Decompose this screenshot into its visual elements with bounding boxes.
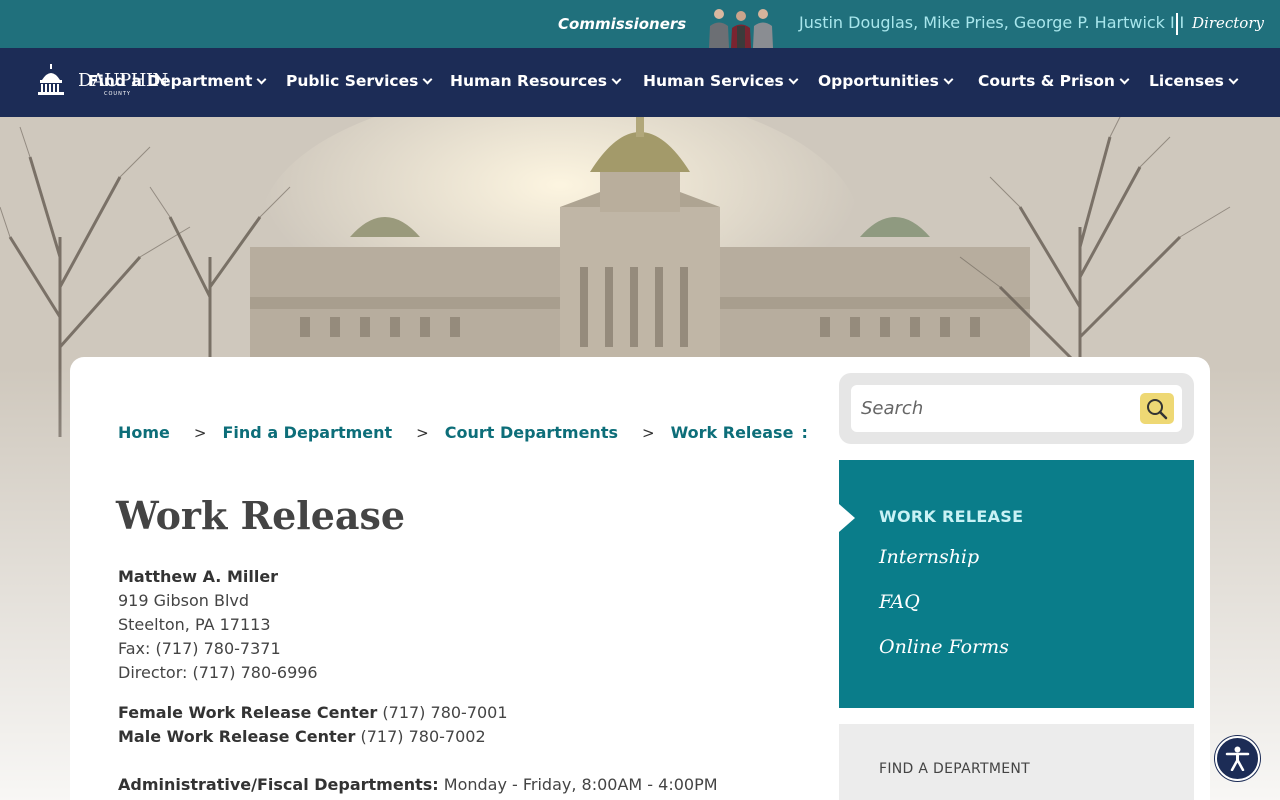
- contact-address-line1: 919 Gibson Blvd: [118, 591, 250, 610]
- directory-link[interactable]: Directory: [1192, 14, 1264, 32]
- find-a-department-heading: FIND A DEPARTMENT: [879, 761, 1030, 777]
- nav-human-services[interactable]: Human Services: [643, 72, 799, 90]
- breadcrumb-separator: >: [642, 423, 655, 442]
- page-title: Work Release: [116, 493, 406, 538]
- subnav-online-forms[interactable]: Online Forms: [879, 636, 1009, 658]
- centers-block: Female Work Release Center (717) 780-700…: [118, 701, 508, 749]
- nav-label: Find a Department: [88, 72, 253, 90]
- chevron-down-icon: [422, 74, 433, 84]
- accessibility-icon: [1225, 746, 1250, 771]
- nav-label: Licenses: [1149, 72, 1224, 90]
- male-center-phone[interactable]: (717) 780-7002: [355, 727, 486, 746]
- top-divider: [1176, 13, 1178, 35]
- chevron-down-icon: [611, 74, 622, 84]
- nav-public-services[interactable]: Public Services: [286, 72, 433, 90]
- nav-opportunities[interactable]: Opportunities: [818, 72, 954, 90]
- search-icon: [1147, 399, 1168, 420]
- subnav-current-work-release[interactable]: WORK RELEASE: [879, 507, 1023, 526]
- breadcrumb-separator: >: [416, 423, 429, 442]
- breadcrumb-court-departments[interactable]: Court Departments: [445, 423, 618, 442]
- chevron-down-icon: [1119, 74, 1130, 84]
- search-box: [839, 373, 1194, 444]
- chevron-down-icon: [788, 74, 799, 84]
- admin-hours-label: Administrative/Fiscal Departments:: [118, 775, 439, 794]
- male-center-row: Male Work Release Center (717) 780-7002: [118, 725, 508, 749]
- breadcrumb-work-release[interactable]: Work Release: [671, 423, 794, 442]
- chevron-down-icon: [256, 74, 267, 84]
- female-center-phone[interactable]: (717) 780-7001: [377, 703, 507, 722]
- nav-label: Public Services: [286, 72, 419, 90]
- nav-human-resources[interactable]: Human Resources: [450, 72, 622, 90]
- breadcrumb-home[interactable]: Home: [118, 423, 170, 442]
- female-center-label: Female Work Release Center: [118, 703, 378, 722]
- breadcrumb-trailing: :: [801, 423, 808, 442]
- search-input[interactable]: [851, 385, 1182, 432]
- male-center-label: Male Work Release Center: [118, 727, 356, 746]
- nav-label: Human Services: [643, 72, 784, 90]
- capitol-dome-icon: [38, 64, 64, 95]
- subnav-faq[interactable]: FAQ: [879, 591, 920, 613]
- nav-label: Courts & Prison: [978, 72, 1115, 90]
- contact-fax: Fax: (717) 780-7371: [118, 639, 281, 658]
- breadcrumb-separator: >: [193, 423, 207, 442]
- subnav-internship[interactable]: Internship: [879, 546, 979, 568]
- commissioners-link[interactable]: Commissioners: [558, 15, 686, 33]
- breadcrumb: Home > Find a Department > Court Departm…: [118, 423, 808, 442]
- accessibility-button[interactable]: [1215, 736, 1260, 781]
- logo-subtitle: COUNTY: [104, 91, 131, 97]
- top-bar: Commissioners Justin Douglas, Mike Pries…: [0, 0, 1280, 48]
- current-page-pointer: [839, 504, 855, 532]
- section-subnav: WORK RELEASE Internship FAQ Online Forms: [839, 460, 1194, 708]
- commissioner-names[interactable]: Justin Douglas, Mike Pries, George P. Ha…: [799, 13, 1184, 32]
- contact-director-phone: Director: (717) 780-6996: [118, 663, 318, 682]
- commissioners-photo[interactable]: [706, 4, 776, 48]
- contact-address-line2: Steelton, PA 17113: [118, 615, 271, 634]
- hours-block: Administrative/Fiscal Departments: Monda…: [118, 773, 718, 797]
- contact-name: Matthew A. Miller: [118, 567, 279, 586]
- main-nav: DAUPHIN COUNTY Find a Department Public …: [0, 48, 1280, 117]
- find-a-department-panel: FIND A DEPARTMENT: [839, 724, 1194, 800]
- contact-block: Matthew A. Miller 919 Gibson Blvd Steelt…: [118, 565, 318, 685]
- chevron-down-icon: [1228, 74, 1239, 84]
- breadcrumb-find-a-department[interactable]: Find a Department: [222, 423, 392, 442]
- nav-find-a-department[interactable]: Find a Department: [88, 72, 267, 90]
- female-center-row: Female Work Release Center (717) 780-700…: [118, 701, 508, 725]
- nav-licenses[interactable]: Licenses: [1149, 72, 1239, 90]
- chevron-down-icon: [943, 74, 954, 84]
- nav-label: Human Resources: [450, 72, 607, 90]
- nav-label: Opportunities: [818, 72, 939, 90]
- admin-hours-value: Monday - Friday, 8:00AM - 4:00PM: [438, 775, 718, 794]
- search-button[interactable]: [1140, 393, 1174, 424]
- nav-courts-prison[interactable]: Courts & Prison: [978, 72, 1130, 90]
